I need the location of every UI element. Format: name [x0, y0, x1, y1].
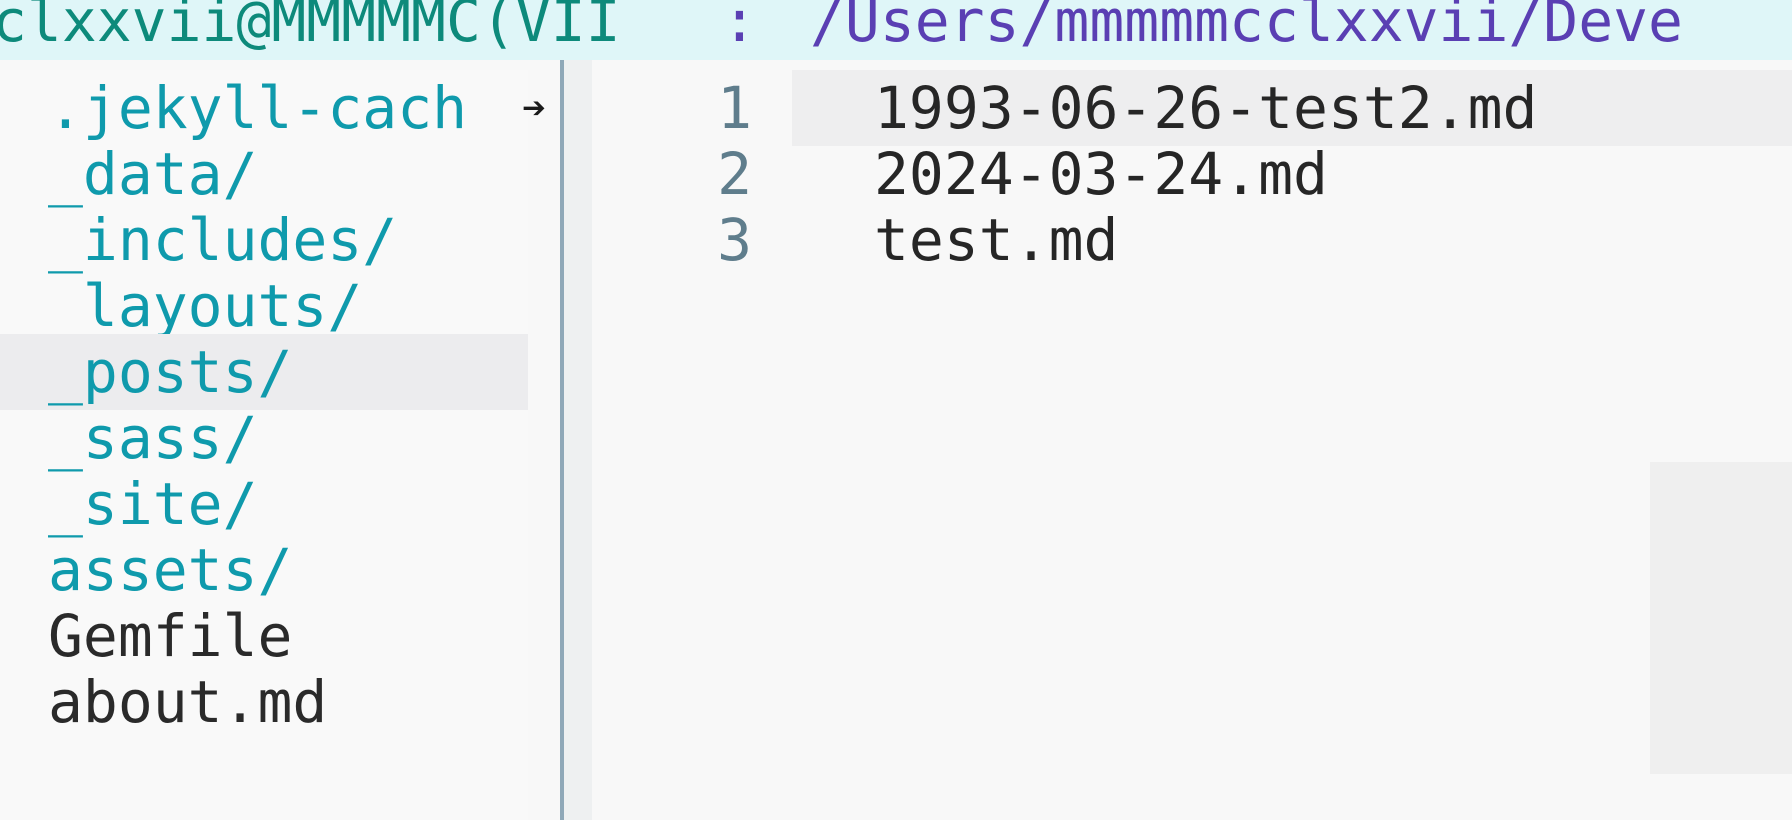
- tree-item-label: _posts/: [48, 338, 293, 406]
- sign-column: [564, 60, 592, 820]
- user-host-label: clxxvii@MMMMMC(VII: [0, 0, 621, 55]
- line-text[interactable]: 2024-03-24.md: [874, 136, 1328, 212]
- tree-item-gemfile[interactable]: Gemfile: [0, 598, 528, 674]
- path-header: clxxvii@MMMMMC(VII : /Users/mmmmmcclxxvi…: [0, 0, 1792, 60]
- tree-item-label: assets/: [48, 536, 293, 604]
- tree-item-label: about.md: [48, 668, 328, 736]
- tree-item-label: _layouts/: [48, 272, 363, 340]
- editor-line[interactable]: 3 test.md: [592, 202, 1792, 278]
- line-number: 1: [717, 74, 752, 142]
- line-number: 3: [717, 206, 752, 274]
- editor-line[interactable]: 1 1993-06-26-test2.md: [592, 70, 1792, 146]
- tree-item-sass[interactable]: _sass/: [0, 400, 528, 476]
- tree-item-data[interactable]: _data/: [0, 136, 528, 212]
- terminal-vim-window: clxxvii@MMMMMC(VII : /Users/mmmmmcclxxvi…: [0, 0, 1792, 820]
- floating-panel: [1650, 462, 1792, 774]
- current-path-label: /Users/mmmmmcclxxvii/Deve: [810, 0, 1683, 55]
- line-number: 2: [717, 140, 752, 208]
- line-text[interactable]: test.md: [874, 202, 1118, 278]
- tree-item-label: _data/: [48, 140, 258, 208]
- tree-item-label: _sass/: [48, 404, 258, 472]
- editor-line[interactable]: 2 2024-03-24.md: [592, 136, 1792, 212]
- tree-item-label: _site/: [48, 470, 258, 538]
- tree-item-layouts[interactable]: _layouts/: [0, 268, 528, 344]
- tree-item-includes[interactable]: _includes/: [0, 202, 528, 278]
- tree-item-label: _includes/: [48, 206, 398, 274]
- tree-gutter: ➔: [522, 70, 562, 820]
- tree-item-label: .jekyll-cach: [48, 74, 468, 142]
- file-tree-pane: .jekyll-cach _data/ _includes/ _layouts/…: [0, 70, 528, 820]
- tree-item-about[interactable]: about.md: [0, 664, 528, 740]
- header-separator: :: [722, 0, 757, 55]
- truncation-arrow-icon: ➔: [522, 85, 547, 131]
- tree-item-posts[interactable]: _posts/: [0, 334, 528, 410]
- tree-item-label: Gemfile: [48, 602, 293, 670]
- tree-item-jekyll-cache[interactable]: .jekyll-cach: [0, 70, 528, 146]
- tree-item-site[interactable]: _site/: [0, 466, 528, 542]
- line-text[interactable]: 1993-06-26-test2.md: [874, 70, 1537, 146]
- tree-item-assets[interactable]: assets/: [0, 532, 528, 608]
- editor-pane[interactable]: 1 1993-06-26-test2.md 2 2024-03-24.md 3 …: [592, 70, 1792, 820]
